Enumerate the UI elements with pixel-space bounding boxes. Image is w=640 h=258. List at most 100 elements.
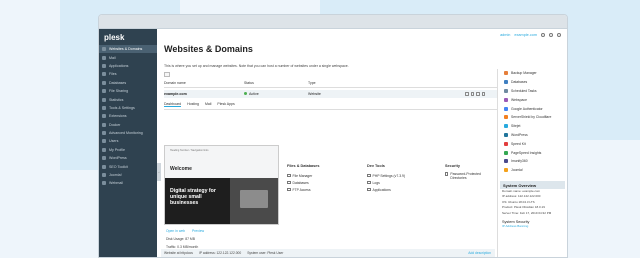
window-titlebar xyxy=(99,15,567,29)
php-icon xyxy=(367,173,371,178)
tab-plesk-apps[interactable]: Plesk Apps xyxy=(217,102,234,107)
files-databases-section: Files & Databases File Manager Databases… xyxy=(287,164,320,193)
ftp-access-link[interactable]: FTP Access xyxy=(287,186,320,193)
column-status[interactable]: Status xyxy=(244,81,308,85)
quick-link-icon xyxy=(504,88,508,93)
dev-tools-title: Dev Tools xyxy=(367,164,385,168)
quick-link[interactable]: Scheduled Tasks xyxy=(498,87,567,96)
quick-link[interactable]: Sitejet xyxy=(498,122,567,131)
tab-hosting[interactable]: Hosting xyxy=(187,102,199,107)
lock-icon[interactable] xyxy=(465,92,469,96)
system-overview-title: System Overview xyxy=(500,180,565,189)
sidebar-item[interactable]: Advanced Monitoring xyxy=(99,129,157,137)
quick-link[interactable]: Speed Kit xyxy=(498,139,567,148)
quick-link[interactable]: Imunify360 xyxy=(498,157,567,166)
quick-link-label: Sitejet xyxy=(511,124,521,129)
security-title: Security xyxy=(445,164,460,168)
quick-link[interactable]: ServerShield by Cloudflare xyxy=(498,113,567,122)
user-menu[interactable]: admin xyxy=(500,33,510,37)
right-panel: Backup Manager Databases Scheduled Tasks We… xyxy=(497,69,567,257)
tab-mail[interactable]: Mail xyxy=(205,102,211,107)
quick-link-label: ServerShield by Cloudflare xyxy=(511,115,552,120)
logs-link[interactable]: Logs xyxy=(367,179,405,186)
password-protected-label: Password-Protected Directories xyxy=(450,172,481,180)
column-domain-name[interactable]: Domain name xyxy=(164,81,244,85)
add-description-link[interactable]: Add description xyxy=(468,251,491,255)
quick-link[interactable]: PageSpeed Insights xyxy=(498,148,567,157)
file-icon xyxy=(287,173,291,178)
quick-link-icon xyxy=(504,115,508,120)
sidebar-item[interactable]: Extensions xyxy=(99,112,157,120)
logs-label: Logs xyxy=(372,180,380,185)
quick-link[interactable]: Databases xyxy=(498,78,567,87)
system-security-title: System Security xyxy=(502,220,530,225)
sidebar-item-label: My Profile xyxy=(109,147,125,152)
quick-link[interactable]: WordPress xyxy=(498,131,567,140)
sidebar-item[interactable]: Websites & Domains xyxy=(99,45,157,54)
add-button[interactable] xyxy=(164,72,170,77)
site-preview[interactable]: Heading Number / Navigation links Welcom… xyxy=(164,145,279,225)
topbar: admin example.com xyxy=(157,29,567,40)
sidebar-item-label: Tools & Settings xyxy=(109,105,135,110)
sidebar-item[interactable]: Files xyxy=(99,70,157,78)
quick-link[interactable]: Google Authenticator xyxy=(498,104,567,113)
quick-link-icon xyxy=(504,80,508,85)
sidebar: plesk Websites & Domains Mail Applications… xyxy=(99,29,157,257)
browser-window: plesk Websites & Domains Mail Applications… xyxy=(98,14,568,258)
sidebar-item-icon xyxy=(102,55,106,60)
page-title: Websites & Domains xyxy=(164,44,253,54)
quick-link-icon xyxy=(504,71,508,76)
domain-switcher[interactable]: example.com xyxy=(514,33,537,37)
sidebar-item[interactable]: Webmail xyxy=(99,179,157,187)
system-overview-list: Domain name: example.com IP address: 122.… xyxy=(498,189,567,217)
folder-icon[interactable] xyxy=(476,92,480,96)
preview-link[interactable]: Preview xyxy=(192,229,204,233)
applications-link[interactable]: Applications xyxy=(367,186,405,193)
sidebar-item[interactable]: Joomla! xyxy=(99,171,157,179)
databases-link[interactable]: Databases xyxy=(287,179,320,186)
quick-link-label: Webspace xyxy=(511,97,527,102)
search-icon[interactable] xyxy=(541,32,545,37)
table-row[interactable]: example.com Active Website xyxy=(164,90,497,98)
menu-icon[interactable] xyxy=(481,92,485,96)
logs-icon xyxy=(367,180,371,185)
sidebar-item-icon xyxy=(102,72,106,77)
open-in-web-link[interactable]: Open in web xyxy=(166,229,185,233)
globe-icon[interactable] xyxy=(470,92,474,96)
sidebar-item-icon xyxy=(102,164,106,169)
quick-link[interactable]: Joomla! xyxy=(498,166,567,175)
php-settings-link[interactable]: PHP Settings (v7.3.9) xyxy=(367,172,405,179)
sidebar-item[interactable]: Users xyxy=(99,137,157,145)
status-dot-icon xyxy=(244,92,247,95)
sidebar-item[interactable]: Statistics xyxy=(99,95,157,103)
sidebar-item[interactable]: My Profile xyxy=(99,146,157,154)
files-databases-title: Files & Databases xyxy=(287,164,320,168)
quick-link[interactable]: Webspace xyxy=(498,95,567,104)
quick-links: Backup Manager Databases Scheduled Tasks We… xyxy=(498,69,567,175)
quick-link-label: Google Authenticator xyxy=(511,106,543,111)
sidebar-item[interactable]: Applications xyxy=(99,62,157,70)
sidebar-item[interactable]: File Sharing xyxy=(99,87,157,95)
tab-dashboard[interactable]: Dashboard xyxy=(164,102,182,107)
sidebar-item[interactable]: Mail xyxy=(99,53,157,61)
quick-link-label: WordPress xyxy=(511,132,528,137)
password-protected-link[interactable]: Password-Protected Directories xyxy=(445,172,495,180)
type-text: Website xyxy=(308,92,321,96)
domain-link[interactable]: example.com xyxy=(164,92,244,96)
sidebar-item[interactable]: SEO Toolkit xyxy=(99,162,157,170)
ip-banning-link[interactable]: IP Address Banning xyxy=(498,224,567,228)
settings-icon[interactable] xyxy=(549,32,553,37)
quick-link-label: PageSpeed Insights xyxy=(511,150,542,155)
sidebar-item[interactable]: WordPress xyxy=(99,154,157,162)
column-type[interactable]: Type xyxy=(308,81,408,85)
sidebar-item[interactable]: Databases xyxy=(99,79,157,87)
disk-usage: Disk Usage: 87 MB xyxy=(166,237,196,241)
sidebar-item[interactable]: Tools & Settings xyxy=(99,104,157,112)
quick-link[interactable]: Backup Manager xyxy=(498,69,567,78)
quick-link-label: Scheduled Tasks xyxy=(511,88,537,93)
sidebar-item[interactable]: Docker xyxy=(99,121,157,129)
file-manager-label: File Manager xyxy=(292,173,313,178)
help-icon[interactable] xyxy=(557,32,561,37)
file-manager-link[interactable]: File Manager xyxy=(287,172,320,179)
status-text: Active xyxy=(249,92,259,96)
